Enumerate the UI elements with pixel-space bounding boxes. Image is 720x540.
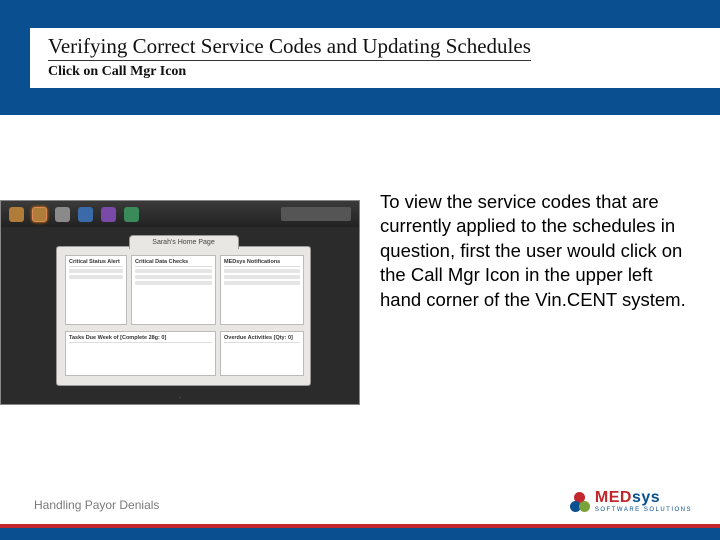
toolbar-right: [281, 207, 351, 221]
logo-text: MEDsys SOFTWARE SOLUTIONS: [595, 490, 692, 513]
toolbar-icon: [9, 207, 24, 222]
app-window-title: Sarah's Home Page: [129, 235, 239, 249]
slide-subtitle: Click on Call Mgr Icon: [48, 64, 702, 80]
footer: Handling Payor Denials MEDsys SOFTWARE S…: [0, 488, 720, 540]
pane-header: Tasks Due Week of [Complete 28g: 0]: [69, 335, 212, 343]
toolbar-icon: [55, 207, 70, 222]
title-panel: Verifying Correct Service Codes and Upda…: [20, 28, 720, 88]
pane: Overdue Activities [Qty: 0]: [220, 331, 304, 376]
pane: Critical Data Checks: [131, 255, 216, 325]
app-toolbar: [1, 201, 359, 227]
medsys-logo: MEDsys SOFTWARE SOLUTIONS: [570, 490, 692, 513]
call-mgr-icon: [32, 207, 47, 222]
app-window: Sarah's Home Page Critical Status Alert …: [56, 246, 311, 386]
pane: Critical Status Alert: [65, 255, 127, 325]
pane-header: MEDsys Notifications: [224, 259, 300, 267]
body-paragraph: To view the service codes that are curre…: [380, 190, 690, 312]
pane-header: Overdue Activities [Qty: 0]: [224, 335, 300, 343]
logo-mark-icon: [570, 492, 590, 512]
app-screenshot: Sarah's Home Page Critical Status Alert …: [0, 200, 360, 405]
pane: MEDsys Notifications: [220, 255, 304, 325]
footer-band: [0, 528, 720, 540]
content-area: Sarah's Home Page Critical Status Alert …: [0, 130, 720, 485]
toolbar-icon: [101, 207, 116, 222]
pane: Tasks Due Week of [Complete 28g: 0]: [65, 331, 216, 376]
pane-header: Critical Data Checks: [135, 259, 212, 267]
logo-brand-prefix: MED: [595, 489, 632, 506]
footer-text: Handling Payor Denials: [34, 498, 159, 512]
slide-title: Verifying Correct Service Codes and Upda…: [48, 34, 531, 61]
toolbar-icon: [78, 207, 93, 222]
toolbar-icon: [124, 207, 139, 222]
app-footer: ·: [1, 395, 359, 401]
pane-header: Critical Status Alert: [69, 259, 123, 267]
logo-brand-suffix: sys: [632, 489, 660, 506]
logo-subline: SOFTWARE SOLUTIONS: [595, 507, 692, 513]
